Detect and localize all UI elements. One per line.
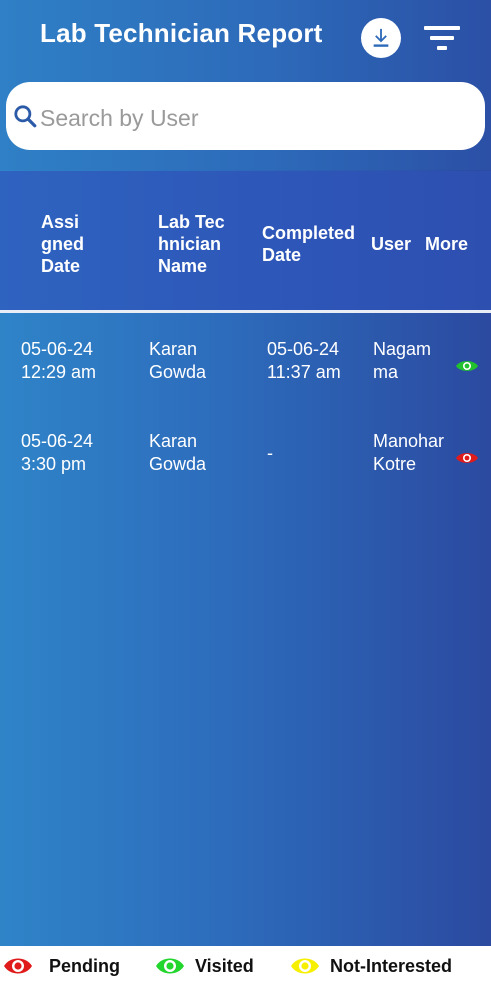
table-header: Assi gned Date Lab Tec hnician Name Comp… <box>0 171 491 310</box>
eye-icon <box>4 958 32 974</box>
column-header-more: More <box>425 234 469 254</box>
filter-icon <box>424 26 460 50</box>
eye-icon[interactable] <box>455 450 479 466</box>
eye-icon[interactable] <box>455 358 479 374</box>
column-header-completed-date[interactable]: Completed Date <box>262 222 362 266</box>
filter-button[interactable] <box>420 22 464 54</box>
legend-label: Visited <box>195 955 254 976</box>
header-divider <box>0 310 491 313</box>
download-icon <box>373 28 389 47</box>
user-cell: Nagam ma <box>373 339 432 382</box>
status-legend: Pending Visited Not-Interested <box>0 946 491 987</box>
completed-date-cell: - <box>267 443 273 463</box>
user-cell: Manohar Kotre <box>373 431 445 474</box>
legend-label: Not-Interested <box>330 955 453 976</box>
table-row[interactable]: 05-06-24 3:30 pm Karan Gowda - Manohar K… <box>0 430 491 522</box>
legend-item-visited: Visited <box>155 953 254 979</box>
completed-date-cell: 05-06-24 11:37 am <box>267 339 341 382</box>
legend-label: Pending <box>49 955 120 976</box>
assigned-date-cell: 05-06-24 3:30 pm <box>21 431 94 474</box>
lab-technician-report-screen: Lab Technician Report Assi gned Date Lab <box>0 0 491 987</box>
search-bar[interactable] <box>6 82 485 150</box>
lab-technician-name-cell: Karan Gowda <box>149 431 207 474</box>
column-header-assigned-date[interactable]: Assi gned Date <box>41 211 101 277</box>
lab-technician-name-cell: Karan Gowda <box>149 339 207 382</box>
download-button[interactable] <box>361 18 401 58</box>
search-input[interactable] <box>38 100 472 136</box>
eye-icon <box>156 958 184 974</box>
legend-item-pending: Pending <box>3 953 120 979</box>
search-icon <box>14 105 37 128</box>
assigned-date-cell: 05-06-24 12:29 am <box>21 339 97 382</box>
table-row[interactable]: 05-06-24 12:29 am Karan Gowda 05-06-24 1… <box>0 338 491 430</box>
app-header: Lab Technician Report <box>0 0 491 170</box>
eye-icon <box>291 958 319 974</box>
column-header-user[interactable]: User <box>371 233 411 255</box>
legend-item-not-interested: Not-Interested <box>290 953 452 979</box>
column-header-lab-technician-name[interactable]: Lab Tec hnician Name <box>158 211 238 277</box>
page-title: Lab Technician Report <box>40 18 323 48</box>
